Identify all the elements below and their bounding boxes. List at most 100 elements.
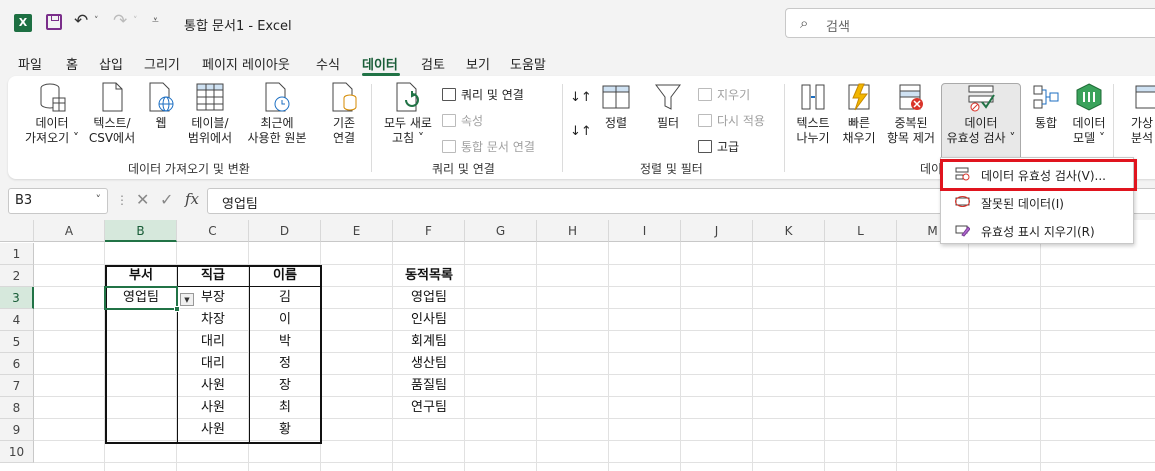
remove-duplicates-button[interactable]: 중복된 항목 제거 <box>884 82 938 146</box>
list-header-cell[interactable]: 동적목록 <box>393 265 465 287</box>
table-cell-rank[interactable]: 사원 <box>177 419 249 441</box>
existing-connections-button[interactable]: 기존 연결 <box>324 82 364 146</box>
edit-links-button[interactable]: 통합 문서 연결 <box>442 138 535 155</box>
get-data-button[interactable]: 데이터 가져오기 ˅ <box>20 82 84 146</box>
data-validation-button[interactable]: 데이터 유효성 검사 ˅ <box>943 82 1019 146</box>
column-header-c[interactable]: C <box>177 220 249 242</box>
validation-dropdown-arrow[interactable]: ▼ <box>180 293 194 306</box>
name-box[interactable]: B3 ˅ <box>8 188 108 214</box>
select-all-corner[interactable] <box>0 220 34 242</box>
header-cell-name[interactable]: 이름 <box>249 265 321 287</box>
tab-home[interactable]: 홈 <box>66 54 78 73</box>
fill-handle[interactable] <box>174 306 180 312</box>
column-header-a[interactable]: A <box>34 220 105 242</box>
undo-dropdown-icon[interactable]: ˅ <box>94 16 99 26</box>
from-text-csv-button[interactable]: 텍스트/ CSV에서 <box>84 82 140 146</box>
row-header-8[interactable]: 8 <box>0 397 34 419</box>
tab-page-layout[interactable]: 페이지 레이아웃 <box>202 54 290 73</box>
insert-function-icon[interactable]: fx <box>185 190 199 208</box>
table-cell-rank[interactable]: 사원 <box>177 375 249 397</box>
column-header-e[interactable]: E <box>321 220 393 242</box>
table-cell-rank[interactable]: 대리 <box>177 331 249 353</box>
chevron-down-icon[interactable]: ˅ <box>96 193 102 206</box>
table-cell-dept[interactable] <box>105 419 177 441</box>
tab-draw[interactable]: 그리기 <box>144 54 180 73</box>
table-cell-dept[interactable] <box>105 353 177 375</box>
reapply-button[interactable]: 다시 적용 <box>698 112 765 129</box>
table-cell-dept[interactable] <box>105 331 177 353</box>
tab-help[interactable]: 도움말 <box>510 54 546 73</box>
data-model-button[interactable]: 데이터 모델 ˅ <box>1068 82 1110 146</box>
table-cell-name[interactable]: 황 <box>249 419 321 441</box>
worksheet-grid[interactable]: ABCDEFGHIJKLMN 12345678910 부서 직급 이름 영업팀부… <box>0 220 1155 471</box>
column-header-i[interactable]: I <box>609 220 681 242</box>
recent-sources-button[interactable]: 최근에 사용한 원본 <box>238 82 316 146</box>
sort-button[interactable]: 정렬 <box>598 82 634 131</box>
redo-icon[interactable]: ↷ <box>113 11 127 31</box>
properties-button[interactable]: 속성 <box>442 112 483 129</box>
enter-icon[interactable]: ✓ <box>160 190 173 209</box>
column-header-j[interactable]: J <box>681 220 753 242</box>
table-cell-name[interactable]: 이 <box>249 309 321 331</box>
advanced-filter-button[interactable]: 고급 <box>698 138 739 155</box>
header-cell-rank[interactable]: 직급 <box>177 265 249 287</box>
list-cell[interactable]: 품질팀 <box>393 375 465 397</box>
table-cell-rank[interactable]: 차장 <box>177 309 249 331</box>
tab-view[interactable]: 보기 <box>466 54 490 73</box>
list-cell[interactable]: 인사팀 <box>393 309 465 331</box>
consolidate-button[interactable]: 통합 <box>1026 82 1066 131</box>
undo-icon[interactable]: ↶ <box>74 11 88 31</box>
cancel-icon[interactable]: ✕ <box>136 190 149 209</box>
clear-filter-button[interactable]: 지우기 <box>698 86 750 103</box>
table-cell-dept[interactable] <box>105 397 177 419</box>
filter-button[interactable]: 필터 <box>650 82 686 131</box>
menu-item-circle-invalid[interactable]: 잘못된 데이터(I) <box>941 189 1133 215</box>
column-header-g[interactable]: G <box>465 220 537 242</box>
list-cell[interactable]: 영업팀 <box>393 287 465 309</box>
from-table-button[interactable]: 테이블/ 범위에서 <box>182 82 238 146</box>
list-cell[interactable]: 생산팀 <box>393 353 465 375</box>
row-header-5[interactable]: 5 <box>0 331 34 353</box>
table-cell-name[interactable]: 박 <box>249 331 321 353</box>
sort-az-icon[interactable]: ↓↑ <box>570 90 592 105</box>
formula-bar-resize-icon[interactable]: ⋮ <box>116 193 128 207</box>
customize-qat-icon[interactable]: ⩡ <box>152 13 159 28</box>
flash-fill-button[interactable]: 빠른 채우기 <box>838 82 880 146</box>
column-header-b[interactable]: B <box>105 220 177 242</box>
table-cell-name[interactable]: 정 <box>249 353 321 375</box>
redo-dropdown-icon[interactable]: ˅ <box>133 16 138 26</box>
row-header-9[interactable]: 9 <box>0 419 34 441</box>
table-cell-dept[interactable] <box>105 309 177 331</box>
row-header-3[interactable]: 3 <box>0 287 34 309</box>
queries-connections-button[interactable]: 쿼리 및 연결 <box>442 86 524 103</box>
list-cell[interactable]: 회계팀 <box>393 331 465 353</box>
row-header-2[interactable]: 2 <box>0 265 34 287</box>
list-cell[interactable]: 연구팀 <box>393 397 465 419</box>
row-header-4[interactable]: 4 <box>0 309 34 331</box>
column-header-l[interactable]: L <box>825 220 897 242</box>
tab-review[interactable]: 검토 <box>421 54 445 73</box>
what-if-analysis-button[interactable]: 가상 분석 <box>1122 82 1155 146</box>
table-cell-rank[interactable]: 사원 <box>177 397 249 419</box>
tab-formulas[interactable]: 수식 <box>316 54 340 73</box>
tab-file[interactable]: 파일 <box>18 54 42 73</box>
column-header-d[interactable]: D <box>249 220 321 242</box>
column-header-h[interactable]: H <box>537 220 609 242</box>
row-header-10[interactable]: 10 <box>0 441 34 463</box>
row-header-1[interactable]: 1 <box>0 243 34 265</box>
table-cell-name[interactable]: 김 <box>249 287 321 309</box>
row-header-7[interactable]: 7 <box>0 375 34 397</box>
menu-item-clear-circles[interactable]: 유효성 표시 지우기(R) <box>941 217 1133 243</box>
table-cell-dept[interactable] <box>105 375 177 397</box>
tab-insert[interactable]: 삽입 <box>99 54 123 73</box>
text-to-columns-button[interactable]: 텍스트 나누기 <box>792 82 834 146</box>
from-web-button[interactable]: 웹 <box>144 82 178 131</box>
table-cell-rank[interactable]: 대리 <box>177 353 249 375</box>
search-box[interactable]: ⌕ 검색 <box>785 8 1155 38</box>
row-header-6[interactable]: 6 <box>0 353 34 375</box>
tab-data[interactable]: 데이터 <box>362 54 398 73</box>
column-header-f[interactable]: F <box>393 220 465 242</box>
table-cell-name[interactable]: 최 <box>249 397 321 419</box>
header-cell-dept[interactable]: 부서 <box>105 265 177 287</box>
refresh-all-button[interactable]: 모두 새로 고침 ˅ <box>378 82 438 146</box>
